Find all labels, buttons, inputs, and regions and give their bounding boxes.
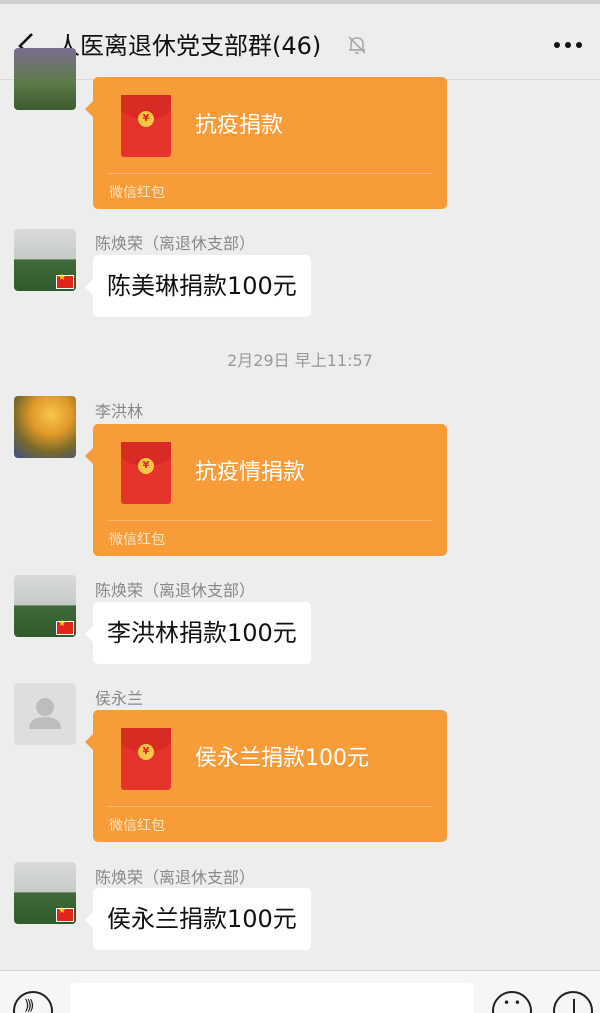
bell-off-icon (348, 36, 366, 54)
red-envelope-icon: ¥ (121, 728, 171, 790)
red-packet-message[interactable]: ¥ 抗疫捐款 微信红包 (85, 77, 447, 209)
divider (107, 520, 433, 521)
text-message-bubble[interactable]: 陈美琳捐款100元 (85, 255, 311, 317)
red-packet-message[interactable]: ¥ 侯永兰捐款100元 微信红包 (85, 710, 447, 842)
message-input[interactable] (70, 983, 474, 1013)
voice-icon[interactable] (13, 991, 53, 1013)
sender-name: 李洪林 (95, 402, 144, 421)
avatar[interactable] (14, 48, 76, 110)
sender-name: 陈焕荣（离退休支部） (95, 234, 256, 253)
emoji-icon[interactable] (492, 991, 532, 1013)
sender-name: 陈焕荣（离退休支部） (95, 581, 256, 600)
ellipsis-icon[interactable] (552, 34, 584, 56)
sender-name: 侯永兰 (95, 689, 144, 708)
avatar[interactable] (14, 575, 76, 637)
avatar[interactable] (14, 229, 76, 291)
red-envelope-icon: ¥ (121, 442, 171, 504)
red-packet-message[interactable]: ¥ 抗疫情捐款 微信红包 (85, 424, 447, 556)
default-avatar-icon (29, 698, 61, 729)
chat-input-bar (0, 970, 600, 1013)
avatar[interactable] (14, 683, 76, 745)
text-message-bubble[interactable]: 李洪林捐款100元 (85, 602, 311, 664)
chat-title: 人医离退休党支部群(46) (56, 32, 322, 60)
text-message-bubble[interactable]: 侯永兰捐款100元 (85, 888, 311, 950)
china-flag-icon (56, 906, 74, 922)
divider (107, 806, 433, 807)
avatar[interactable] (14, 396, 76, 458)
message-timestamp: 2月29日 早上11:57 (227, 351, 373, 370)
red-packet-label: 微信红包 (109, 818, 165, 834)
red-packet-label: 微信红包 (109, 532, 165, 548)
china-flag-icon (56, 273, 74, 289)
avatar[interactable] (14, 862, 76, 924)
red-envelope-icon: ¥ (121, 95, 171, 157)
plus-icon[interactable] (553, 991, 593, 1013)
red-packet-label: 微信红包 (109, 185, 165, 201)
red-packet-title: 侯永兰捐款100元 (195, 746, 369, 771)
chat-header: 人医离退休党支部群(46) (0, 0, 600, 80)
divider (107, 173, 433, 174)
china-flag-icon (56, 619, 74, 635)
sender-name: 陈焕荣（离退休支部） (95, 868, 256, 887)
red-packet-title: 抗疫情捐款 (195, 460, 306, 485)
red-packet-title: 抗疫捐款 (195, 113, 284, 138)
